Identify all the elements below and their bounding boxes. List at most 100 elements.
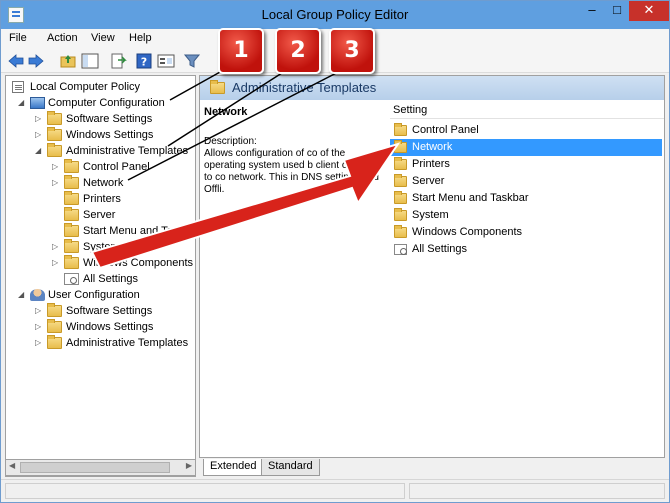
column-header-setting[interactable]: Setting [393, 104, 427, 116]
close-button[interactable]: ✕ [629, 1, 669, 21]
list-item-start-menu-and-taskbar[interactable]: Start Menu and Taskbar [390, 190, 662, 207]
menu-action[interactable]: Action [47, 32, 78, 44]
folder-icon [394, 123, 407, 136]
folder-icon [210, 80, 225, 94]
forward-arrow-icon[interactable] [27, 52, 45, 70]
folder-icon [47, 303, 62, 317]
tree-item-administrative-templates[interactable]: ◢ Administrative Templates [6, 143, 195, 159]
tree-item-all-settings[interactable]: All Settings [6, 271, 195, 287]
folder-icon [64, 191, 79, 205]
tree-item-start-menu-and-taskbar[interactable]: Start Menu and Taskb [6, 223, 195, 239]
title-bar[interactable]: Local Group Policy Editor – □ ✕ [1, 1, 669, 29]
expand-arrow-icon[interactable]: ▷ [35, 335, 43, 351]
tab-standard[interactable]: Standard [261, 459, 320, 476]
expand-arrow-icon[interactable]: ▷ [52, 175, 60, 191]
callout-badge-1: 1 [218, 28, 264, 74]
group-policy-editor-window: Local Group Policy Editor – □ ✕ File Act… [0, 0, 670, 503]
tree-item-user-administrative-templates[interactable]: ▷ Administrative Templates [6, 335, 195, 351]
details-header: Administrative Templates [200, 76, 664, 100]
collapse-arrow-icon[interactable]: ◢ [35, 143, 43, 159]
folder-icon [64, 207, 79, 221]
list-item-windows-components[interactable]: Windows Components [390, 224, 662, 241]
folder-icon [64, 175, 79, 189]
list-item-server[interactable]: Server [390, 173, 662, 190]
selected-item-title: Network [204, 106, 248, 118]
description-label: Description: [204, 136, 257, 147]
back-arrow-icon[interactable] [7, 52, 25, 70]
tab-extended[interactable]: Extended [203, 459, 264, 476]
collapse-arrow-icon[interactable]: ◢ [18, 287, 26, 303]
folder-icon [64, 255, 79, 269]
expand-arrow-icon[interactable]: ▷ [35, 303, 43, 319]
console-tree[interactable]: Local Computer Policy ◢ Computer Configu… [5, 75, 196, 477]
tree-item-windows-settings[interactable]: ▷ Windows Settings [6, 127, 195, 143]
menu-help[interactable]: Help [129, 32, 152, 44]
list-item-all-settings[interactable]: All Settings [390, 241, 662, 258]
up-folder-icon[interactable] [59, 52, 77, 70]
status-segment [409, 483, 665, 499]
tree-item-system[interactable]: ▷ System [6, 239, 195, 255]
expand-arrow-icon[interactable]: ▷ [52, 159, 60, 175]
folder-icon [394, 140, 407, 153]
minimize-button[interactable]: – [579, 1, 605, 21]
column-divider [390, 118, 664, 119]
status-bar [1, 479, 669, 502]
callout-badge-2: 2 [275, 28, 321, 74]
collapse-arrow-icon[interactable]: ◢ [18, 95, 26, 111]
list-item-network[interactable]: Network [390, 139, 662, 156]
tree-horizontal-scrollbar[interactable]: ◀ ▶ [5, 459, 196, 476]
tree-item-local-computer-policy[interactable]: Local Computer Policy [6, 79, 195, 95]
expand-arrow-icon[interactable]: ▷ [35, 127, 43, 143]
svg-text:?: ? [141, 56, 147, 69]
details-pane: Administrative Templates Network Descrip… [199, 75, 665, 458]
folder-icon [64, 239, 79, 253]
view-tabs: Extended Standard [199, 459, 665, 477]
expand-arrow-icon[interactable]: ▷ [35, 111, 43, 127]
folder-icon [47, 319, 62, 333]
list-item-printers[interactable]: Printers [390, 156, 662, 173]
scroll-right-icon[interactable]: ▶ [186, 461, 192, 470]
settings-icon [64, 273, 79, 285]
list-item-control-panel[interactable]: Control Panel [390, 122, 662, 139]
menu-file[interactable]: File [9, 32, 27, 44]
folder-icon [47, 335, 62, 349]
folder-icon [394, 208, 407, 221]
folder-icon [47, 127, 62, 141]
tree-item-software-settings[interactable]: ▷ Software Settings [6, 111, 195, 127]
properties-icon[interactable] [157, 52, 175, 70]
tree-item-server[interactable]: Server [6, 207, 195, 223]
status-segment [5, 483, 405, 499]
tree-item-user-windows-settings[interactable]: ▷ Windows Settings [6, 319, 195, 335]
folder-icon [394, 191, 407, 204]
scroll-left-icon[interactable]: ◀ [9, 461, 15, 470]
computer-icon [30, 97, 45, 109]
folder-icon [47, 111, 62, 125]
menu-view[interactable]: View [91, 32, 115, 44]
tree-item-computer-configuration[interactable]: ◢ Computer Configuration [6, 95, 195, 111]
maximize-button[interactable]: □ [605, 1, 629, 21]
folder-icon [394, 157, 407, 170]
tree-item-printers[interactable]: Printers [6, 191, 195, 207]
window-title: Local Group Policy Editor [261, 7, 409, 22]
tree-item-user-configuration[interactable]: ◢ User Configuration [6, 287, 195, 303]
folder-icon [47, 143, 62, 157]
folder-icon [64, 159, 79, 173]
tree-item-user-software-settings[interactable]: ▷ Software Settings [6, 303, 195, 319]
callout-badge-3: 3 [329, 28, 375, 74]
filter-icon[interactable] [183, 52, 201, 70]
settings-icon [394, 244, 407, 255]
list-item-system[interactable]: System [390, 207, 662, 224]
help-icon[interactable]: ? [135, 52, 153, 70]
tree-item-windows-components[interactable]: ▷ Windows Components [6, 255, 195, 271]
expand-arrow-icon[interactable]: ▷ [52, 255, 60, 271]
document-icon [12, 81, 24, 93]
expand-arrow-icon[interactable]: ▷ [35, 319, 43, 335]
scrollbar-thumb[interactable] [20, 462, 170, 473]
tree-item-control-panel[interactable]: ▷ Control Panel [6, 159, 195, 175]
tree-item-network[interactable]: ▷ Network [6, 175, 195, 191]
show-tree-icon[interactable] [81, 52, 99, 70]
description-text: Allows configuration of co of the operat… [204, 148, 384, 195]
expand-arrow-icon[interactable]: ▷ [52, 239, 60, 255]
details-header-title: Administrative Templates [232, 80, 377, 95]
export-list-icon[interactable] [109, 52, 127, 70]
